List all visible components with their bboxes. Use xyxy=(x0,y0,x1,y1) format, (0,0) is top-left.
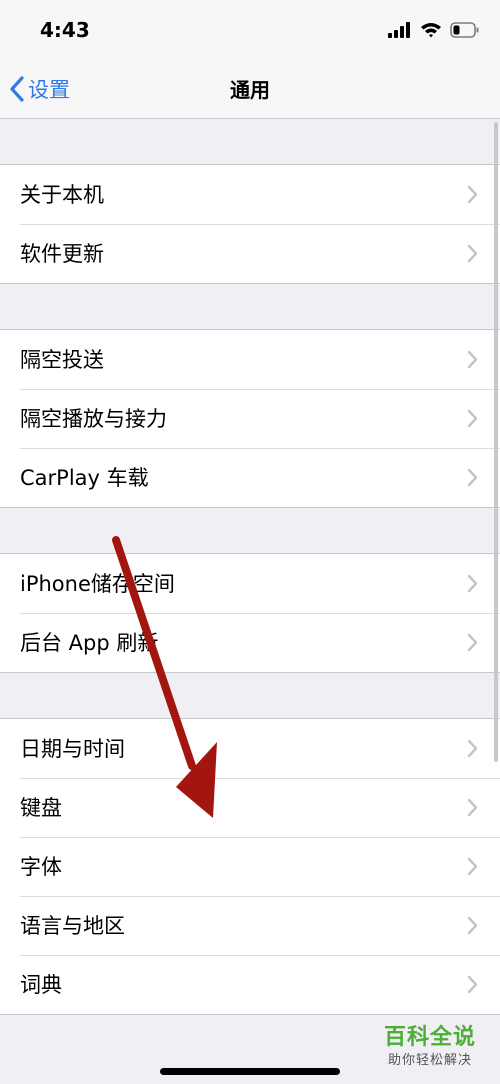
watermark-logo: 百科全说 助你轻松解决 xyxy=(370,1024,490,1076)
chevron-right-icon xyxy=(467,574,478,593)
chevron-right-icon xyxy=(467,633,478,652)
list-item-dictionary[interactable]: 词典 xyxy=(0,955,500,1014)
watermark-subtitle: 助你轻松解决 xyxy=(387,1053,472,1068)
section-gap xyxy=(0,284,500,330)
list-item-label: 隔空投送 xyxy=(20,348,104,372)
page-title: 通用 xyxy=(230,78,270,102)
settings-group: 隔空投送 隔空播放与接力 CarPlay 车载 xyxy=(0,330,500,508)
list-item-label: iPhone储存空间 xyxy=(20,572,175,596)
list-item-date-time[interactable]: 日期与时间 xyxy=(0,719,500,778)
scroll-indicator[interactable] xyxy=(494,122,498,762)
battery-icon xyxy=(450,22,479,38)
list-item-software-update[interactable]: 软件更新 xyxy=(0,224,500,283)
list-item-iphone-storage[interactable]: iPhone储存空间 xyxy=(0,554,500,613)
list-item-about[interactable]: 关于本机 xyxy=(0,165,500,224)
settings-group: 日期与时间 键盘 字体 语言与地区 词典 xyxy=(0,719,500,1015)
list-item-airdrop[interactable]: 隔空投送 xyxy=(0,330,500,389)
watermark-title: 百科全说 xyxy=(383,1025,476,1050)
chevron-right-icon xyxy=(467,798,478,817)
navigation-bar: 设置 通用 xyxy=(0,60,500,119)
status-time: 4:43 xyxy=(40,18,90,42)
chevron-right-icon xyxy=(467,468,478,487)
chevron-right-icon xyxy=(467,350,478,369)
chevron-right-icon xyxy=(467,916,478,935)
section-gap xyxy=(0,508,500,554)
list-item-label: CarPlay 车载 xyxy=(20,466,149,490)
list-item-label: 词典 xyxy=(20,973,62,997)
list-item-label: 关于本机 xyxy=(20,183,104,207)
chevron-right-icon xyxy=(467,244,478,263)
list-item-label: 隔空播放与接力 xyxy=(20,407,167,431)
list-item-fonts[interactable]: 字体 xyxy=(0,837,500,896)
list-item-label: 后台 App 刷新 xyxy=(20,631,159,655)
status-icons xyxy=(388,20,480,40)
settings-group: 关于本机 软件更新 xyxy=(0,165,500,284)
list-item-language-region[interactable]: 语言与地区 xyxy=(0,896,500,955)
home-indicator xyxy=(160,1068,340,1075)
chevron-right-icon xyxy=(467,739,478,758)
wifi-icon xyxy=(421,23,441,38)
list-item-label: 语言与地区 xyxy=(20,914,125,938)
list-item-airplay-handoff[interactable]: 隔空播放与接力 xyxy=(0,389,500,448)
chevron-right-icon xyxy=(467,857,478,876)
list-item-label: 字体 xyxy=(20,855,62,879)
list-item-keyboard[interactable]: 键盘 xyxy=(0,778,500,837)
list-item-carplay[interactable]: CarPlay 车载 xyxy=(0,448,500,507)
list-item-label: 软件更新 xyxy=(20,242,104,266)
section-gap xyxy=(0,119,500,165)
chevron-right-icon xyxy=(467,185,478,204)
chevron-right-icon xyxy=(467,975,478,994)
list-item-label: 日期与时间 xyxy=(20,737,125,761)
section-gap xyxy=(0,673,500,719)
cellular-signal-icon xyxy=(388,22,410,38)
list-item-label: 键盘 xyxy=(20,796,62,820)
settings-group: iPhone储存空间 后台 App 刷新 xyxy=(0,554,500,673)
list-item-background-app-refresh[interactable]: 后台 App 刷新 xyxy=(0,613,500,672)
status-bar: 4:43 xyxy=(0,0,500,60)
settings-list: 关于本机 软件更新 隔空投送 隔空播放与接力 CarPlay 车载 iPhone… xyxy=(0,119,500,1015)
chevron-right-icon xyxy=(467,409,478,428)
